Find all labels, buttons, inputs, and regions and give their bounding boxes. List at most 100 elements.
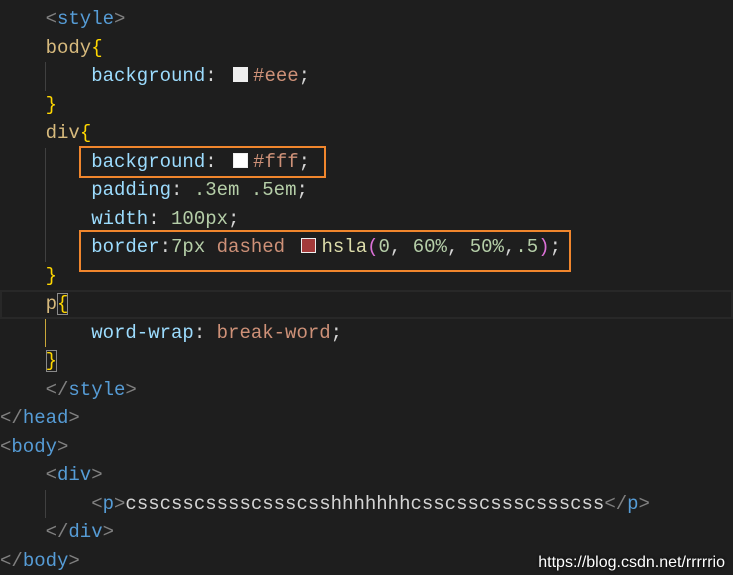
tag-punctuation: > (57, 435, 69, 458)
code-text: ; (298, 150, 311, 173)
code-line[interactable]: </head> (0, 404, 733, 433)
code-line[interactable]: } (0, 347, 733, 376)
tag-punctuation: < (45, 464, 57, 486)
number-value: 50% (469, 236, 504, 258)
tag-name: div (68, 521, 103, 543)
tag-punctuation: </ (604, 492, 628, 515)
code-text: : (159, 236, 172, 258)
tag-punctuation: < (45, 8, 57, 30)
color-swatch[interactable] (233, 152, 249, 168)
code-text: : (148, 207, 172, 230)
number-value: 100px (171, 207, 229, 230)
tag-punctuation: > (91, 464, 103, 486)
number-value: .3em (193, 179, 240, 201)
code-text: ; (330, 321, 343, 344)
code-text: , (446, 236, 470, 258)
number-value: 0 (378, 236, 390, 258)
brace: { (91, 36, 103, 59)
css-property: background (91, 150, 206, 173)
tag-punctuation: > (125, 378, 137, 401)
color-swatch[interactable] (233, 67, 249, 83)
code-line[interactable]: </style> (0, 376, 733, 405)
code-editor[interactable]: <style> body{background: #eee;} div{backgr… (0, 0, 733, 575)
code-text: : (171, 179, 194, 201)
number-value: 7px (171, 236, 206, 258)
tag-name: p (102, 492, 115, 515)
code-text: , (503, 236, 516, 258)
tag-punctuation: > (68, 549, 80, 572)
number-value: .5em (250, 179, 297, 201)
tag-name: style (68, 378, 126, 401)
code-line[interactable]: p{ (0, 290, 733, 319)
css-property: border (91, 236, 160, 258)
tag-punctuation: < (0, 435, 12, 458)
code-line[interactable]: <div> (0, 461, 733, 490)
matched-bracket: { (57, 293, 69, 315)
brace: { (79, 122, 92, 144)
tag-punctuation: > (114, 492, 126, 515)
css-property: background (91, 65, 206, 87)
color-swatch[interactable] (301, 238, 317, 254)
css-selector: div (45, 122, 80, 144)
tag-punctuation: < (91, 492, 103, 515)
tag-name: head (22, 407, 69, 429)
tag-name: style (57, 8, 115, 30)
parenthesis: ( (367, 236, 379, 258)
code-line[interactable]: background: #eee; (0, 62, 733, 91)
tag-punctuation: > (102, 521, 115, 543)
css-property: word-wrap (91, 321, 194, 344)
code-line[interactable]: </div> (0, 518, 733, 547)
code-text: , (389, 236, 413, 258)
code-line[interactable]: width: 100px; (0, 205, 733, 234)
function-name: hsla (321, 236, 368, 258)
code-line[interactable]: padding: .3em .5em; (0, 176, 733, 205)
tag-punctuation: > (638, 492, 650, 515)
string-value: break-word (216, 321, 331, 344)
code-line[interactable]: <body> (0, 433, 733, 462)
code-line[interactable]: border:7px dashed hsla(0, 60%, 50%,.5); (0, 233, 733, 262)
code-text: ; (228, 207, 240, 230)
code-line[interactable]: background: #fff; (0, 148, 733, 177)
tag-name: body (11, 435, 58, 458)
watermark: https://blog.csdn.net/rrrrrio (538, 554, 725, 571)
tag-punctuation: > (114, 8, 126, 30)
tag-name: body (22, 549, 69, 572)
css-property: padding (91, 179, 172, 201)
code-line[interactable]: } (0, 262, 733, 291)
parenthesis: ) (538, 236, 550, 258)
code-line[interactable]: <style> (0, 5, 733, 34)
tag-name: p (627, 492, 639, 515)
code-line[interactable]: <p>csscsscsssscssscsshhhhhhhcsscsscssscs… (0, 490, 733, 519)
code-line[interactable]: word-wrap: break-word; (0, 319, 733, 348)
code-text: : (193, 321, 217, 344)
tag-punctuation: </ (0, 407, 23, 429)
code-text: ; (549, 236, 561, 258)
string-value: #eee (253, 65, 299, 87)
code-text: ; (298, 65, 311, 87)
brace: } (45, 93, 57, 116)
brace: } (45, 264, 57, 287)
string-value: #fff (253, 150, 299, 173)
tag-punctuation: </ (45, 521, 69, 543)
css-selector: body (45, 36, 92, 59)
css-selector: p (45, 293, 57, 315)
code-text: ; (296, 179, 308, 201)
code-line[interactable]: body{ (0, 34, 733, 63)
string-value: dashed (216, 236, 286, 258)
tag-punctuation: </ (0, 549, 23, 572)
number-value: 60% (412, 236, 447, 258)
code-text: csscsscsssscssscsshhhhhhhcsscsscssscsssc… (125, 492, 605, 515)
code-text: : (205, 65, 229, 87)
code-line[interactable]: } (0, 91, 733, 120)
tag-punctuation: > (68, 407, 80, 429)
code-line[interactable]: div{ (0, 119, 733, 148)
code-lines[interactable]: <style> body{background: #eee;} div{backgr… (0, 5, 733, 575)
tag-punctuation: </ (45, 378, 69, 401)
code-text: : (205, 150, 229, 173)
css-property: width (91, 207, 149, 230)
number-value: .5 (515, 236, 539, 258)
matched-bracket: } (45, 350, 57, 372)
